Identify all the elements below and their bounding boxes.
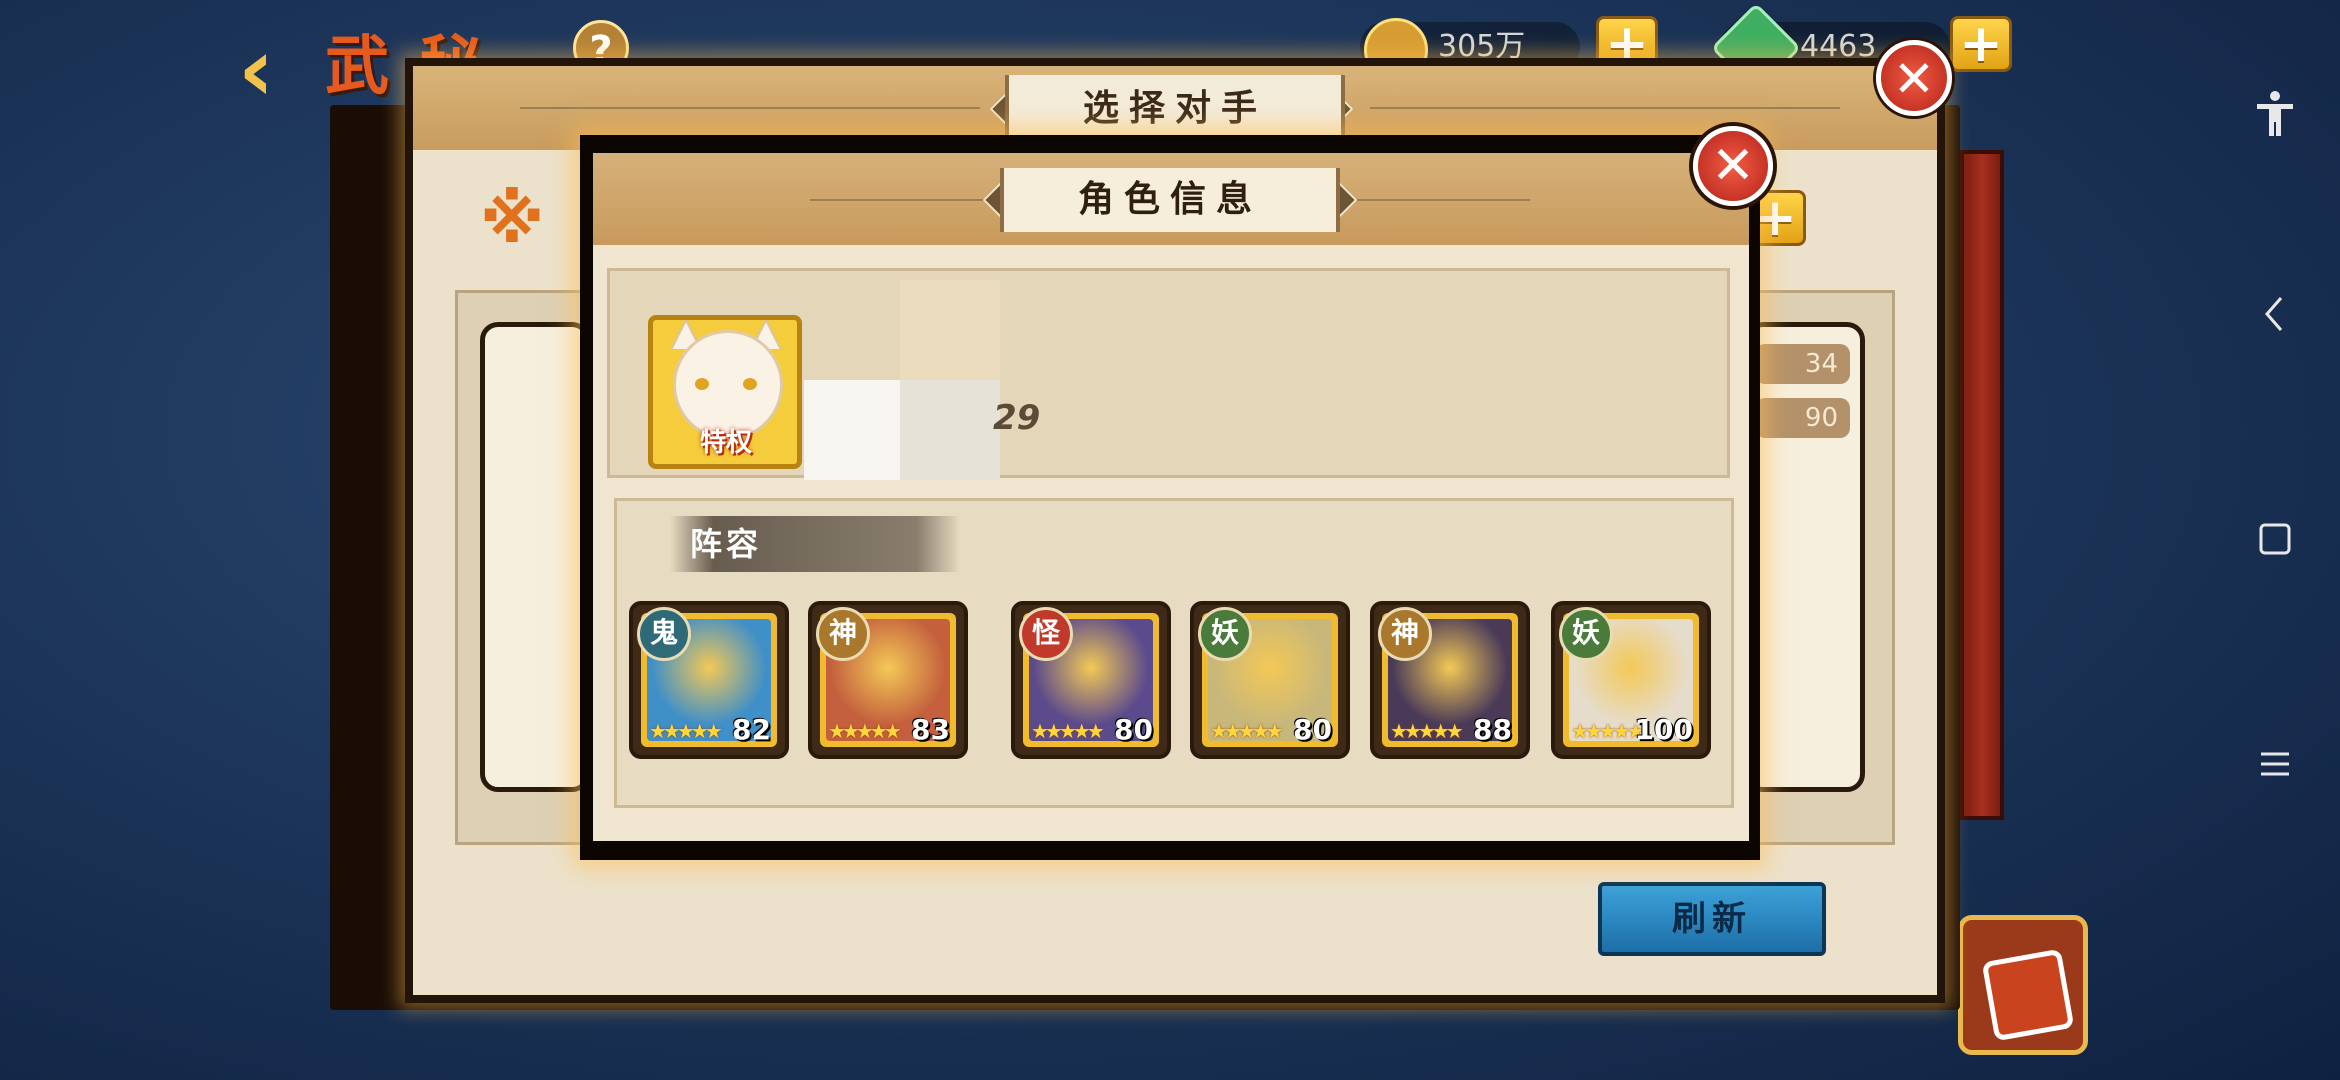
player-level-tail: 29 (993, 398, 1041, 438)
hero-stars: ★★★★★ (649, 719, 723, 743)
hero-type-badge: 妖 (1559, 607, 1613, 661)
character-info-title: 角色信息 (1000, 168, 1340, 232)
menu-icon[interactable] (2245, 740, 2305, 799)
hero-type-badge: 怪 (1019, 607, 1073, 661)
reward-chest-icon[interactable] (1958, 915, 2088, 1055)
hero-type-badge: 鬼 (637, 607, 691, 661)
hero-level: 88 (1473, 713, 1512, 746)
hero-level: 80 (1293, 713, 1332, 746)
opponent-stat: 34 (1755, 344, 1850, 384)
redacted-area (900, 380, 1000, 480)
back-icon[interactable] (2245, 290, 2305, 349)
hero-stars: ★★★★★ (1210, 719, 1284, 743)
redacted-area (900, 280, 1000, 380)
redacted-area (804, 380, 900, 480)
add-gems-button[interactable]: + (1950, 16, 2012, 72)
close-character-info-button[interactable]: ✕ (1693, 126, 1773, 206)
hero-slot-1[interactable]: ★★★★★ 82 鬼 (629, 601, 789, 759)
rank-badge-icon: ※ (480, 181, 545, 258)
accessibility-icon[interactable] (2245, 90, 2305, 149)
hero-stars: ★★★★★ (1571, 719, 1645, 743)
hero-slot-3[interactable]: ★★★★★ 80 怪 (1011, 601, 1171, 759)
opponent-stat: 90 (1755, 398, 1850, 438)
hero-level: 100 (1634, 713, 1693, 746)
hero-slot-5[interactable]: ★★★★★ 88 神 (1370, 601, 1530, 759)
opponent-card[interactable] (480, 322, 590, 792)
hero-type-badge: 妖 (1198, 607, 1252, 661)
hero-type-badge: 神 (816, 607, 870, 661)
side-banner (1960, 150, 2004, 820)
hero-slot-6[interactable]: ★★★★★ 100 妖 (1551, 601, 1711, 759)
lineup-label: 阵容 (670, 516, 960, 572)
hero-stars: ★★★★★ (828, 719, 902, 743)
hero-slot-2[interactable]: ★★★★★ 83 神 (808, 601, 968, 759)
refresh-button[interactable]: 刷新 (1598, 882, 1826, 956)
back-chevron-icon[interactable]: ‹ (238, 26, 318, 114)
player-avatar: 特权 (648, 315, 802, 469)
hero-stars: ★★★★★ (1031, 719, 1105, 743)
hero-level: 80 (1114, 713, 1153, 746)
hero-level: 83 (911, 713, 950, 746)
hero-type-badge: 神 (1378, 607, 1432, 661)
hero-level: 82 (732, 713, 771, 746)
opponent-card[interactable] (1745, 322, 1865, 792)
hero-slot-4[interactable]: ★★★★★ 80 妖 (1190, 601, 1350, 759)
home-icon[interactable] (2245, 515, 2305, 574)
select-opponent-title: 选择对手 (1005, 75, 1345, 143)
hero-stars: ★★★★★ (1390, 719, 1464, 743)
close-opponent-dialog-button[interactable]: ✕ (1876, 40, 1952, 116)
privilege-tag: 特权 (699, 428, 752, 458)
